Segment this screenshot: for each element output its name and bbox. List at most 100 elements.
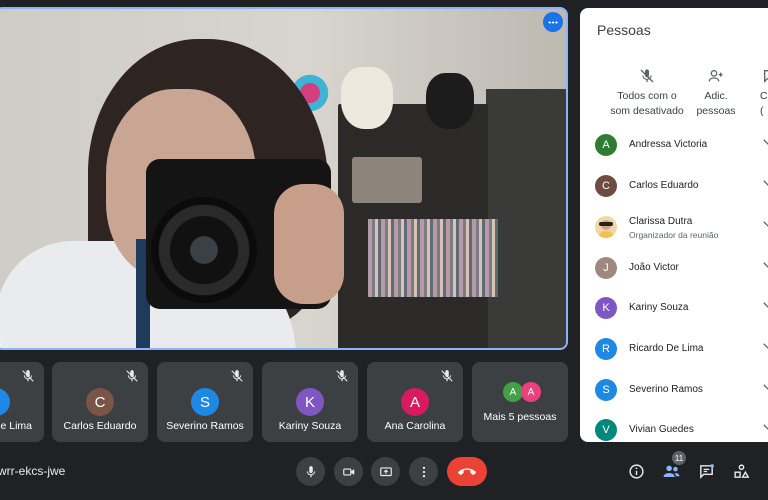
participant-name: Carlos Eduardo: [63, 420, 137, 432]
panel-title: Pessoas: [597, 22, 651, 38]
meet-call-screen: 8 De Lima C Carlos Eduardo S Severino Ra…: [0, 0, 768, 500]
mic-off-icon[interactable]: [762, 220, 768, 234]
avatar: R: [595, 338, 617, 360]
more-vertical-icon: [422, 466, 425, 477]
participant-name: Severino Ramos: [166, 420, 244, 432]
mic-off-icon: [22, 370, 34, 382]
video-options-button[interactable]: [543, 12, 563, 32]
avatar: A: [401, 388, 429, 416]
more-participants-tile[interactable]: A A Mais 5 pessoas: [472, 362, 568, 442]
chat-action-label-2: (: [760, 105, 764, 117]
video-person-hand: [274, 184, 344, 304]
avatar: A: [503, 382, 523, 402]
add-people-label-1: Adic.: [704, 90, 728, 102]
present-screen-icon: [379, 466, 392, 476]
meeting-details-button[interactable]: [626, 461, 646, 481]
chat-button[interactable]: [696, 461, 716, 481]
video-books: [368, 219, 498, 297]
participant-count-badge: 11: [672, 451, 686, 465]
avatar: S: [191, 388, 219, 416]
list-item[interactable]: J João Victor: [580, 248, 768, 288]
participant-tile[interactable]: S Severino Ramos: [157, 362, 253, 442]
mic-off-icon: [231, 370, 243, 382]
list-item[interactable]: R Ricardo De Lima: [580, 329, 768, 369]
more-options-button[interactable]: [409, 457, 438, 486]
people-panel: Pessoas Todos com o som desativado Adic.…: [580, 8, 768, 442]
mute-all-label-2: som desativado: [610, 105, 684, 117]
mic-icon: [306, 465, 315, 477]
video-white-mask: [341, 67, 393, 129]
participant-tile[interactable]: C Carlos Eduardo: [52, 362, 148, 442]
mic-off-icon[interactable]: [762, 383, 768, 397]
avatar: J: [595, 257, 617, 279]
video-camera-lens: [151, 197, 257, 303]
list-item[interactable]: Clarissa Dutra Organizador da reunião: [580, 207, 768, 247]
participant-name: Ana Carolina: [384, 420, 446, 432]
mic-off-icon: [336, 370, 348, 382]
avatar: C: [86, 388, 114, 416]
person-name: Clarissa Dutra: [629, 216, 693, 227]
hang-up-icon: [458, 467, 476, 475]
mic-off-icon[interactable]: [762, 138, 768, 152]
video-camera-icon: [342, 468, 354, 475]
participant-tiles: De Lima C Carlos Eduardo S Severino Ramo…: [0, 362, 572, 442]
avatar: A: [595, 134, 617, 156]
avatar: [0, 388, 10, 416]
profile-photo: [598, 220, 614, 238]
meeting-code: wrr-ekcs-jwe: [0, 464, 66, 478]
avatar: C: [595, 175, 617, 197]
video-black-mask: [426, 73, 474, 129]
more-horizontal-icon: [548, 20, 558, 24]
person-name: Vivian Guedes: [629, 424, 694, 435]
avatar: V: [595, 419, 617, 441]
person-name: Carlos Eduardo: [629, 180, 699, 191]
participant-tile[interactable]: De Lima: [0, 362, 44, 442]
list-item[interactable]: K Kariny Souza: [580, 288, 768, 328]
add-person-icon: [708, 70, 723, 82]
video-corner-label: 8: [0, 339, 1, 348]
mic-off-icon[interactable]: [762, 301, 768, 315]
chat-icon: [699, 463, 714, 479]
person-name: Andressa Victoria: [629, 139, 708, 150]
mute-all-button[interactable]: Todos com o som desativado: [602, 68, 692, 119]
avatar: K: [595, 297, 617, 319]
avatar: [595, 216, 617, 238]
mic-off-icon[interactable]: [762, 342, 768, 356]
participant-name: Kariny Souza: [278, 420, 342, 432]
camera-button[interactable]: [334, 457, 363, 486]
person-name: Severino Ramos: [629, 384, 703, 395]
mic-off-icon[interactable]: [762, 261, 768, 275]
avatar: A: [521, 382, 541, 402]
add-people-button[interactable]: Adic. pessoas: [690, 68, 742, 119]
activities-icon: [733, 463, 749, 478]
video-doorway: [486, 89, 566, 348]
end-call-button[interactable]: [447, 457, 487, 486]
main-video-feed[interactable]: 8: [0, 7, 568, 350]
mic-off-icon[interactable]: [762, 179, 768, 193]
participant-name: De Lima: [0, 420, 32, 432]
mic-off-icon: [640, 69, 654, 83]
list-item[interactable]: C Carlos Eduardo: [580, 166, 768, 206]
participant-tile[interactable]: K Kariny Souza: [262, 362, 358, 442]
list-item[interactable]: A Andressa Victoria: [580, 125, 768, 165]
more-participants-label: Mais 5 pessoas: [483, 411, 557, 423]
microphone-button[interactable]: [296, 457, 325, 486]
mic-off-icon[interactable]: [762, 423, 768, 437]
list-item[interactable]: V Vivian Guedes: [580, 410, 768, 442]
present-screen-button[interactable]: [371, 457, 400, 486]
list-item[interactable]: S Severino Ramos: [580, 370, 768, 410]
activities-button[interactable]: [731, 461, 751, 481]
mute-all-label-1: Todos com o: [617, 90, 677, 102]
chat-action-label-1: C: [760, 90, 768, 102]
chat-action-button[interactable]: C (: [760, 68, 768, 119]
mic-off-icon: [441, 370, 453, 382]
video-box: [352, 157, 422, 203]
avatar: K: [296, 388, 324, 416]
info-icon: [628, 463, 644, 479]
person-name: João Victor: [629, 262, 679, 273]
chat-icon: [764, 70, 768, 83]
add-people-label-2: pessoas: [696, 105, 736, 117]
person-name: Ricardo De Lima: [629, 343, 704, 354]
person-role: Organizador da reunião: [629, 230, 719, 240]
participant-tile[interactable]: A Ana Carolina: [367, 362, 463, 442]
